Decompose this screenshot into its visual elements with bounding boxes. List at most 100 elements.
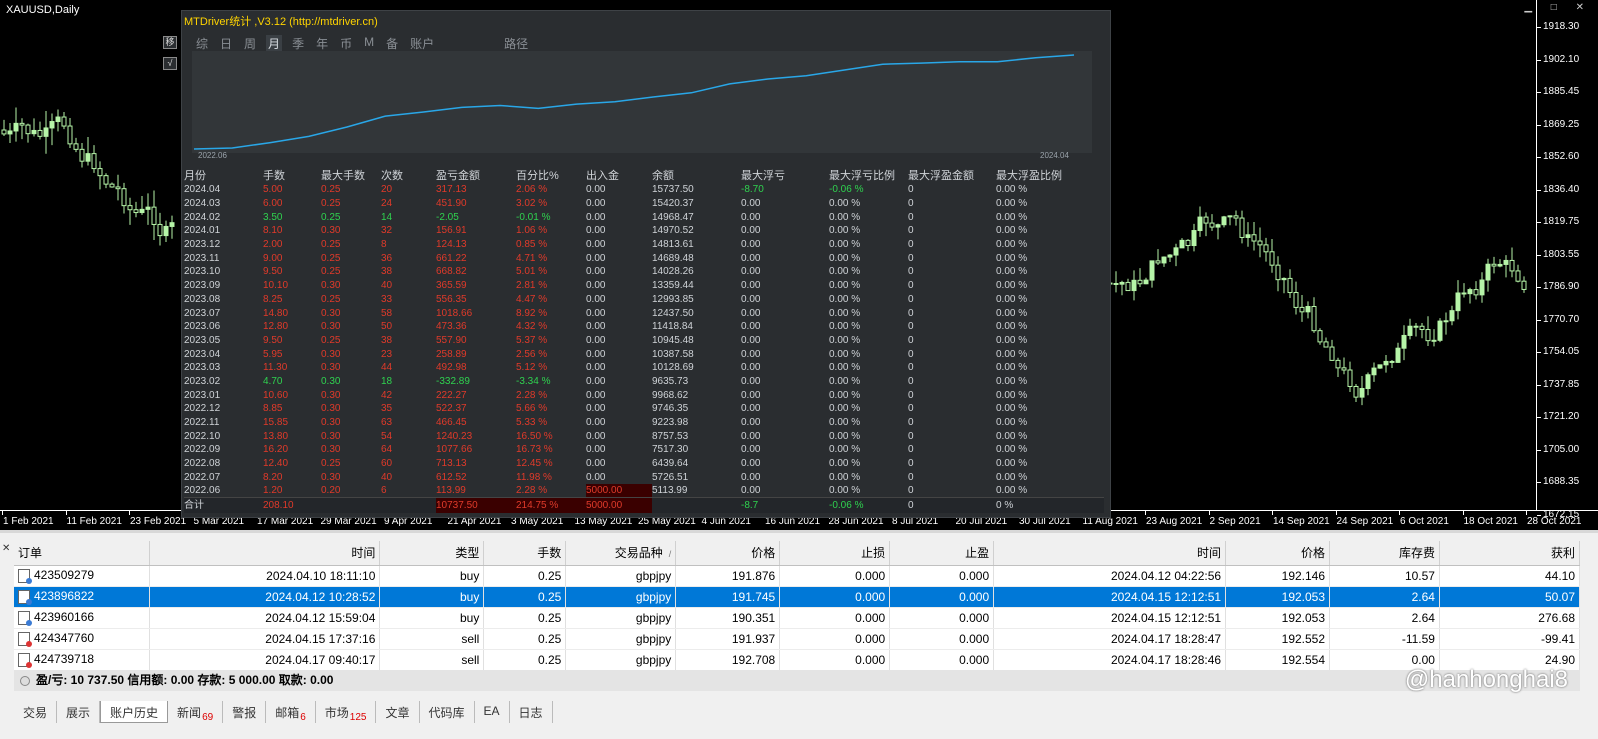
cell-take-profit: 0.000	[889, 649, 995, 671]
price-label: 1852.60	[1543, 151, 1580, 162]
price-candle	[1467, 287, 1473, 304]
tab-currency[interactable]: 币	[338, 35, 354, 52]
terminal-tab[interactable]: 邮箱6	[266, 701, 316, 723]
price-candle	[1245, 222, 1251, 247]
history-row[interactable]: 423896822 2024.04.12 10:28:52 buy 0.25 gbpjp…	[14, 586, 1581, 608]
price-label: 1721.20	[1543, 411, 1580, 422]
row-balance: 15420.37	[652, 198, 694, 210]
terminal-tab[interactable]: 文章	[376, 701, 420, 723]
tab-quarter[interactable]: 季	[290, 35, 306, 52]
row-percent: 1.06 %	[516, 225, 548, 237]
history-row[interactable]: 424347760 2024.04.15 17:37:16 sell 0.25 gbpj…	[14, 628, 1581, 650]
price-candle	[1377, 364, 1383, 369]
tab-account[interactable]: 账户	[408, 35, 436, 52]
row-balance: 14970.52	[652, 225, 694, 237]
col-stop-loss[interactable]: 止损	[779, 541, 891, 566]
price-candle	[1455, 280, 1461, 320]
col-type[interactable]: 类型	[379, 541, 485, 566]
history-row[interactable]: 423960166 2024.04.12 15:59:04 buy 0.25 gbpjp…	[14, 607, 1581, 629]
col-lots[interactable]: 手数	[483, 541, 567, 566]
cell-stop-loss: 0.000	[779, 607, 891, 629]
row-balance: 12437.50	[652, 307, 694, 319]
price-label: 1869.25	[1543, 118, 1580, 130]
tab-summary[interactable]: 综	[194, 35, 210, 52]
price-candle	[1425, 316, 1431, 347]
price-label: 1754.05	[1543, 346, 1580, 357]
col-symbol[interactable]: 交易品种 /	[565, 541, 677, 566]
terminal-tab[interactable]: 账户历史	[100, 701, 169, 723]
history-row[interactable]: 423509279 2024.04.10 18:11:10 buy 0.25 gbpjp…	[14, 565, 1581, 587]
terminal-tab[interactable]: 展示	[57, 701, 101, 723]
tab-month[interactable]: 月	[266, 35, 283, 52]
check-icon[interactable]: √	[163, 57, 177, 70]
terminal-tab[interactable]: 新闻69	[168, 701, 224, 723]
col-close-price[interactable]: 价格	[1225, 541, 1331, 566]
row-float-profit: 0	[908, 403, 914, 415]
row-lots: 9.00	[263, 252, 283, 264]
row-deposit: 0.00	[586, 362, 606, 374]
cell-stop-loss: 0.000	[779, 586, 891, 608]
row-max-lots: 0.25	[321, 252, 341, 264]
col-open-price[interactable]: 价格	[675, 541, 781, 566]
tab-magic[interactable]: M	[362, 35, 376, 52]
row-balance: 9968.62	[652, 389, 689, 401]
row-float-loss-pct: 0.00 %	[829, 471, 861, 483]
time-tick	[65, 511, 67, 515]
row-float-loss-pct: 0.00 %	[829, 375, 861, 387]
row-float-loss-pct: 0.00 %	[829, 485, 861, 497]
row-lots: 13.80	[263, 430, 289, 442]
row-float-loss-pct: 0.00 %	[829, 293, 861, 305]
terminal-tab[interactable]: 交易	[14, 701, 58, 723]
tab-week[interactable]: 周	[242, 35, 258, 52]
row-float-profit: 0	[908, 430, 914, 442]
row-count: 50	[381, 321, 393, 333]
col-ticket[interactable]: 订单	[14, 541, 151, 566]
row-float-profit: 0	[908, 485, 914, 497]
cell-close-time: 2024.04.15 12:12:51	[993, 586, 1227, 608]
cell-profit: -99.41	[1439, 628, 1581, 650]
stats-row: 2023.07 14.80 0.30 58 1018.66 8.92 % 0.00 12437…	[184, 306, 1104, 320]
price-candle	[1335, 357, 1341, 378]
row-profit: 661.22	[436, 252, 467, 264]
terminal-tab[interactable]: 代码库	[420, 701, 475, 723]
row-float-loss-pct: 0.00 %	[829, 458, 861, 470]
row-float-loss-pct: 0.00 %	[829, 362, 861, 374]
row-count: 58	[381, 307, 393, 319]
col-open-time[interactable]: 时间	[149, 541, 381, 566]
terminal-tab[interactable]: 日志	[510, 701, 553, 723]
tab-backup[interactable]: 备	[384, 35, 400, 52]
history-row[interactable]: 424739718 2024.04.17 09:40:17 sell 0.25 gbpj…	[14, 649, 1581, 671]
price-tick	[1537, 124, 1541, 126]
col-max-float-profit-pct: 最大浮盈比例	[996, 170, 1062, 182]
price-candle	[1341, 357, 1347, 375]
move-icon[interactable]: 移	[163, 36, 177, 49]
cell-close-time: 2024.04.15 12:12:51	[993, 607, 1227, 629]
terminal-tab[interactable]: 警报	[223, 701, 267, 723]
col-profit[interactable]: 获利	[1439, 541, 1581, 566]
row-count: 42	[381, 389, 393, 401]
tab-path[interactable]: 路径	[502, 35, 530, 52]
close-icon[interactable]: ✕	[2, 543, 10, 554]
row-float-profit: 0	[908, 362, 914, 374]
price-candle	[115, 174, 121, 201]
price-candle	[25, 123, 31, 143]
cell-take-profit: 0.000	[889, 565, 995, 587]
col-close-time[interactable]: 时间	[993, 541, 1227, 566]
row-float-loss: 0.00	[741, 334, 761, 346]
tab-year[interactable]: 年	[314, 35, 330, 52]
row-deposit: 0.00	[586, 389, 606, 401]
price-candle	[1401, 325, 1407, 361]
cell-swap: 10.57	[1329, 565, 1440, 587]
stats-row: 2023.08 8.25 0.25 33 556.35 4.47 % 0.00 12993.8…	[184, 293, 1104, 307]
row-deposit: 0.00	[586, 430, 606, 442]
price-candle	[1317, 328, 1323, 345]
tab-day[interactable]: 日	[218, 35, 234, 52]
col-take-profit[interactable]: 止盈	[889, 541, 995, 566]
terminal-tab[interactable]: 市场125	[316, 701, 377, 723]
col-swap[interactable]: 库存费	[1329, 541, 1440, 566]
time-tick	[2, 511, 3, 515]
row-deposit: 5000.00	[586, 484, 652, 498]
chart-window[interactable]: XAUUSD,Daily ▁ □ ✕ 1918.30 1902.10 1885.45…	[0, 0, 1598, 530]
terminal-tab[interactable]: EA	[475, 701, 510, 723]
row-float-loss: 0.00	[741, 458, 761, 470]
